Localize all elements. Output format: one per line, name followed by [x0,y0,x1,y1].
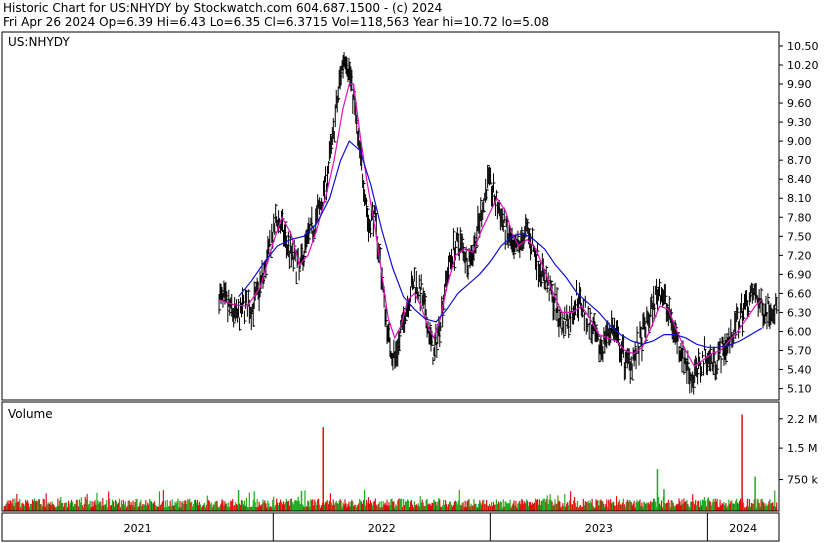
price-tick-label: 7.50 [787,230,812,243]
price-tick-label: 7.80 [787,211,812,224]
price-tick-label: 9.00 [787,135,812,148]
price-tick-label: 6.00 [787,325,812,338]
price-tick-label: 6.90 [787,268,812,281]
price-tick-label: 9.90 [787,78,812,91]
ticker-label: US:NHYDY [8,35,70,49]
price-tick-label: 10.20 [787,59,819,72]
volume-label: Volume [8,407,53,421]
price-tick-label: 8.70 [787,154,812,167]
volume-tick-label: 1.5 M [787,442,817,455]
year-label: 2024 [729,522,757,535]
price-tick-label: 7.20 [787,249,812,262]
price-panel: US:NHYDY [8,35,70,49]
price-tick-label: 5.10 [787,383,812,396]
price-tick-label: 9.60 [787,97,812,110]
price-tick-label: 8.10 [787,192,812,205]
price-frame [1,31,780,401]
volume-tick-label: 2.2 M [787,413,817,426]
volume-bars [3,414,778,511]
year-label: 2021 [124,522,152,535]
volume-panel: Volume [8,407,53,421]
ma-short-line [218,83,763,368]
price-tick-label: 9.30 [787,116,812,129]
year-label: 2022 [368,522,396,535]
year-label: 2023 [585,522,613,535]
price-tick-label: 8.40 [787,173,812,186]
price-tick-label: 6.60 [787,287,812,300]
price-tick-label: 6.30 [787,306,812,319]
volume-frame [1,401,780,512]
price-tick-label: 10.50 [787,40,819,53]
volume-tick-label: 750 k [787,474,818,487]
price-tick-label: 5.40 [787,364,812,377]
ma-long-line [238,140,762,348]
price-tick-label: 5.70 [787,345,812,358]
stock-chart: US:NHYDY Volume 10.50 10.20 9.90 9.60 9.30 9.… [1,31,819,542]
